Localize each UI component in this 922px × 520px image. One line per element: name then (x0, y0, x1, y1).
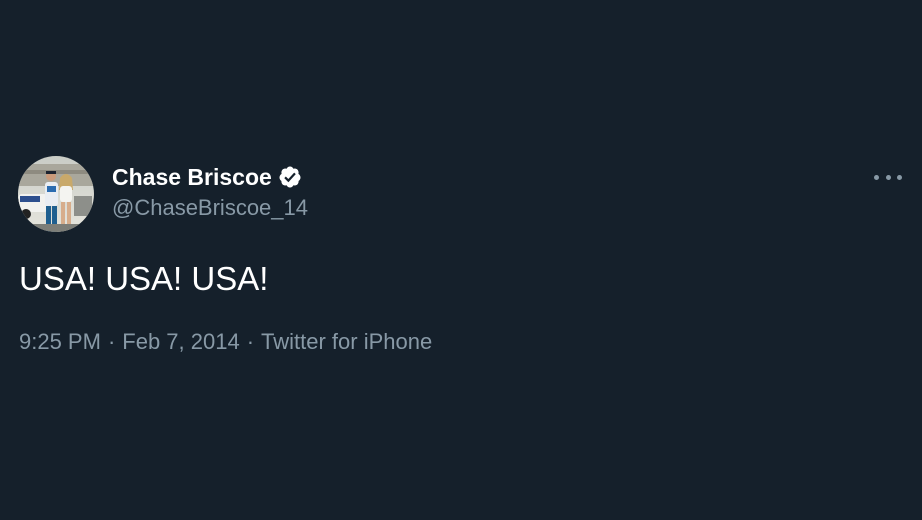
author-display-name[interactable]: Chase Briscoe (112, 162, 272, 192)
more-horizontal-icon[interactable] (874, 166, 902, 188)
tweet-header: Chase Briscoe @ChaseBriscoe_14 (18, 156, 308, 232)
tweet-text: USA! USA! USA! (19, 260, 269, 297)
more-dot (885, 174, 891, 180)
author-info: Chase Briscoe @ChaseBriscoe_14 (112, 162, 308, 223)
more-dot (874, 174, 879, 180)
tweet-source[interactable]: Twitter for iPhone (261, 328, 432, 356)
tweet-date[interactable]: Feb 7, 2014 (122, 328, 239, 356)
meta-separator: · (107, 329, 116, 354)
tweet-time[interactable]: 9:25 PM (19, 328, 101, 356)
name-row: Chase Briscoe (112, 162, 308, 192)
avatar[interactable] (18, 156, 94, 232)
tweet-meta: 9:25 PM · Feb 7, 2014 · Twitter for iPho… (19, 328, 432, 356)
author-handle[interactable]: @ChaseBriscoe_14 (112, 193, 308, 223)
avatar-image (18, 156, 94, 232)
tweet-card: Chase Briscoe @ChaseBriscoe_14 USA! USA!… (0, 0, 922, 520)
verified-badge-icon (278, 165, 302, 189)
meta-separator: · (246, 329, 255, 354)
more-dot (897, 174, 902, 180)
